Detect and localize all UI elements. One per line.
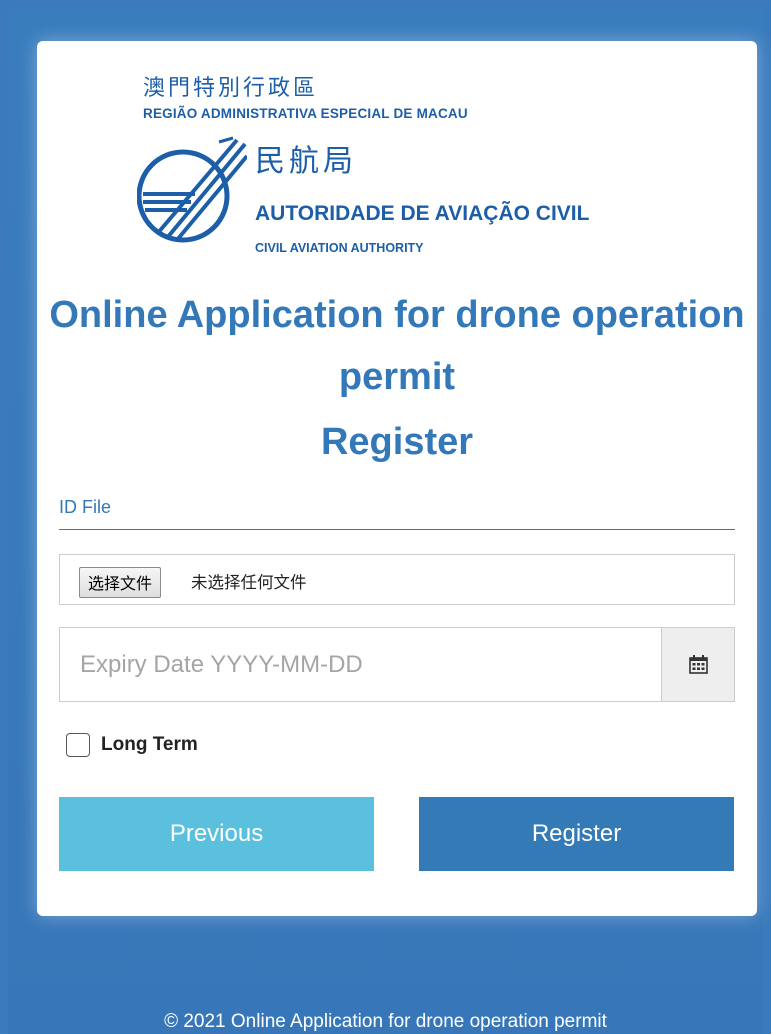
logo-authority-chinese: 民航局 <box>255 144 357 179</box>
long-term-label: Long Term <box>101 734 198 755</box>
expiry-date-group <box>59 627 735 702</box>
choose-file-button[interactable]: 选择文件 <box>79 567 162 598</box>
aviation-emblem-icon <box>137 136 247 243</box>
page-title: Online Application for drone operation p… <box>49 294 745 398</box>
expiry-date-input[interactable] <box>60 628 660 701</box>
section-label: ID File <box>59 497 112 517</box>
register-button[interactable]: Register <box>419 797 734 871</box>
calendar-button[interactable] <box>661 628 734 701</box>
footer-copyright: © 2021 Online Application for drone oper… <box>164 1011 607 1032</box>
page-subtitle: Register <box>320 421 474 463</box>
logo-authority-portuguese: AUTORIDADE DE AVIAÇÃO CIVIL <box>255 202 590 225</box>
calendar-icon <box>689 655 708 674</box>
section-legend: ID File <box>59 496 735 530</box>
civil-aviation-authority-logo: 澳門特別行政區 REGIÃO ADMINISTRATIVA ESPECIAL D… <box>137 66 677 266</box>
logo-authority-english: CIVIL AVIATION AUTHORITY <box>255 241 424 255</box>
logo-region-chinese: 澳門特別行政區 <box>143 76 319 101</box>
file-status-text: 未选择任何文件 <box>191 573 307 592</box>
logo-region-portuguese: REGIÃO ADMINISTRATIVA ESPECIAL DE MACAU <box>143 106 468 121</box>
long-term-checkbox[interactable] <box>66 733 90 757</box>
id-file-input[interactable]: 选择文件 未选择任何文件 <box>59 554 735 605</box>
register-card: 澳門特別行政區 REGIÃO ADMINISTRATIVA ESPECIAL D… <box>37 41 757 916</box>
previous-button[interactable]: Previous <box>59 797 374 871</box>
